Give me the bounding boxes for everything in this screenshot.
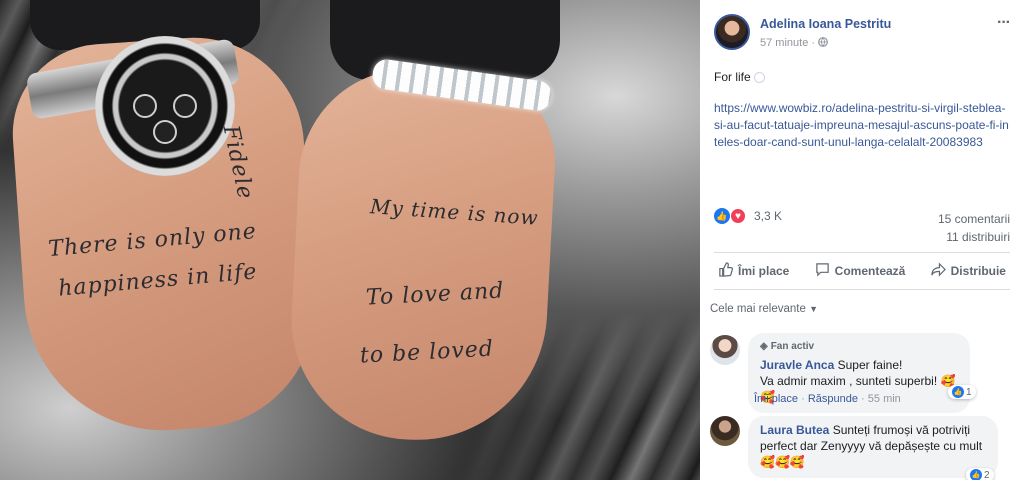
article-link[interactable]: https://www.wowbiz.ro/adelina-pestritu-s…	[714, 100, 1010, 151]
heart-emoji-icon	[754, 72, 766, 84]
fan-badge: ◈ Fan activ	[760, 339, 958, 355]
comment-button[interactable]: Comentează	[815, 262, 906, 280]
right-hand	[285, 63, 560, 447]
love-reaction-icon: ♥	[730, 208, 746, 224]
commenter-name[interactable]: Laura Butea	[760, 423, 829, 437]
reaction-count: 3,3 K	[754, 209, 783, 223]
commenter-avatar[interactable]	[710, 335, 740, 365]
comment-reaction-count[interactable]: 👍 1	[948, 385, 976, 399]
post-caption: For life	[714, 70, 751, 84]
commenter-name[interactable]: Juravle Anca	[760, 358, 834, 372]
chevron-down-icon: ▼	[809, 304, 819, 314]
wristwatch	[95, 36, 235, 176]
engagement-counts: 15 comentarii 11 distribuiri	[938, 210, 1010, 246]
comment-like-link[interactable]: Îmi place	[754, 393, 798, 405]
badge-label: Fan activ	[770, 341, 815, 352]
like-reaction-icon: 👍	[970, 469, 982, 480]
commenter-avatar[interactable]	[710, 416, 740, 446]
meta-separator: ·	[811, 37, 816, 49]
post-photo[interactable]: Fidele There is only one happiness in li…	[0, 0, 700, 480]
comment-bubble: Laura Butea Sunteți frumoși vă potriviți…	[748, 416, 998, 478]
comment-text-line1: Super faine!	[837, 358, 903, 372]
post-header: Adelina Ioana Pestritu 57 minute · ···	[700, 0, 1024, 60]
like-reaction-icon: 👍	[714, 208, 730, 224]
thumbs-up-icon	[718, 262, 734, 280]
post-time[interactable]: 57 minute	[760, 37, 808, 49]
comment-item: Laura Butea Sunteți frumoși vă potriviți…	[710, 416, 1010, 480]
comment-item: ◈ Fan activ Juravle Anca Super faine! Va…	[710, 333, 1010, 413]
post-sidebar: Adelina Ioana Pestritu 57 minute · ··· F…	[700, 0, 1024, 480]
globe-icon	[818, 37, 829, 49]
share-arrow-icon	[930, 262, 946, 280]
comment-reply-link[interactable]: Răspunde	[808, 393, 858, 405]
comment-reaction-count[interactable]: 👍 2	[966, 468, 994, 480]
comment-label: Comentează	[834, 264, 906, 278]
share-button[interactable]: Distribuie	[930, 262, 1006, 280]
shares-count[interactable]: 11 distribuiri	[938, 228, 1010, 246]
post-text: For life	[714, 70, 766, 84]
like-button[interactable]: Îmi place	[718, 262, 789, 280]
comment-text-line1: Sunteți frumoși vă potriviți	[832, 423, 971, 437]
comment-reaction-number: 1	[966, 386, 972, 398]
like-label: Îmi place	[738, 264, 790, 278]
post-actions-bar: Îmi place Comentează Distribuie	[714, 252, 1010, 290]
comment-icon	[815, 262, 830, 280]
post-meta: 57 minute ·	[760, 37, 829, 49]
author-avatar[interactable]	[714, 14, 750, 50]
comment-reaction-number: 2	[984, 469, 990, 480]
comment-text-line2: perfect dar Zenyyyy vă depășește cu mult	[760, 439, 983, 453]
author-name[interactable]: Adelina Ioana Pestritu	[760, 17, 891, 31]
more-options-icon[interactable]: ···	[997, 14, 1011, 32]
diamond-badge-icon: ◈	[760, 341, 768, 352]
reactions-summary[interactable]: 👍 ♥ 3,3 K	[714, 208, 782, 224]
share-label: Distribuie	[950, 264, 1006, 278]
comment-sort-dropdown[interactable]: Cele mai relevante ▼	[710, 303, 818, 315]
smiling-hearts-emoji-icon: 🥰🥰🥰	[760, 455, 805, 469]
comment-actions: Îmi place · Răspunde · 55 min	[754, 393, 901, 405]
sort-label: Cele mai relevante	[710, 303, 806, 315]
comment-text-line2: Va admir maxim , sunteti superbi!	[760, 374, 938, 388]
comment-time[interactable]: 55 min	[868, 393, 901, 405]
comments-count[interactable]: 15 comentarii	[938, 210, 1010, 228]
like-reaction-icon: 👍	[952, 386, 964, 398]
